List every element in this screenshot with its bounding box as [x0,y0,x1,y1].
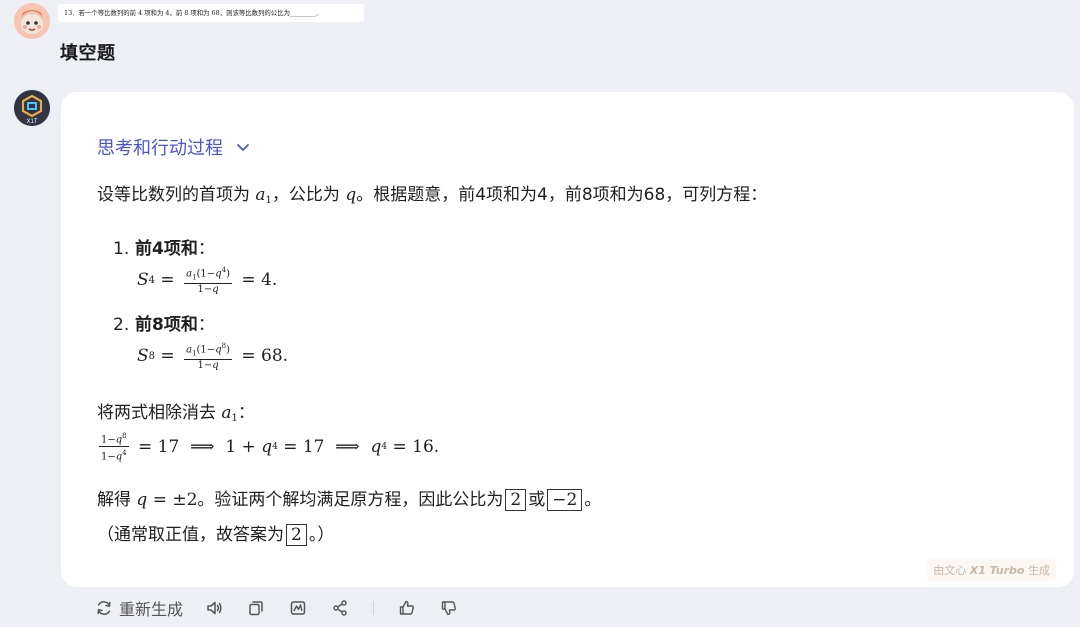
formula-s4: S4 = a1(1−q4) 1−q = 4. [137,266,278,296]
answer-box-3: 2 [286,524,307,546]
chart-icon [290,601,306,615]
chevron-down-icon [237,144,249,151]
question-type-label: 填空题 [60,43,116,64]
question-image-text: 13．若一个等比数列的前 4 项和为 4，前 8 项和为 68，则该等比数列的公… [58,4,364,22]
generated-by-watermark: 由文心 X1 Turbo 生成 [927,559,1056,581]
answer-box-1: 2 [505,489,527,511]
regenerate-button[interactable]: 重新生成 [95,596,183,620]
share-icon [333,600,347,616]
thinking-label: 思考和行动过程 [97,138,223,159]
intro-paragraph: 设等比数列的首项为 a1，公比为 q。根据题意，前4项和为4，前8项和为68，可… [97,185,768,206]
answer-card: 思考和行动过程 设等比数列的首项为 a1，公比为 q。根据题意，前4项和为4，前… [61,92,1074,587]
copy-button[interactable] [247,599,265,617]
share-button[interactable] [331,599,349,617]
divide-paragraph: 将两式相除消去 a1： [97,403,255,424]
thinking-toggle[interactable]: 思考和行动过程 [97,134,251,160]
thumbs-up-button[interactable] [398,599,416,617]
regenerate-label: 重新生成 [119,600,184,619]
formula-s8: S8 = a1(1−q8) 1−q = 68. [137,342,289,372]
thumbs-down-button[interactable] [440,599,458,617]
note-paragraph: （通常取正值，故答案为 2。） [97,524,335,546]
answer-box-2: −2 [547,489,583,511]
list-item-1: 1. 前4项和： [113,239,215,259]
list-item-2: 2. 前8项和： [113,315,215,335]
conclusion-paragraph: 解得 q = ±2。验证两个解均满足原方程，因此公比为 2 或 −2。 [97,489,602,511]
formula-chain: 1−q8 1−q4 = 17 ⟹ 1 + q4 = 17 ⟹ q4 = 16. [99,432,440,463]
copy-icon [249,601,263,616]
refresh-icon [97,601,111,615]
user-avatar [14,3,50,39]
thumbs-up-icon [399,600,414,615]
action-bar: 重新生成 [95,596,458,620]
thumbs-down-icon [441,601,456,616]
speaker-icon [207,601,222,615]
bot-avatar: X1T [14,90,50,126]
chart-button[interactable] [289,599,307,617]
action-divider [373,601,375,615]
read-aloud-button[interactable] [205,599,223,617]
bot-avatar-label: X1T [26,119,37,125]
